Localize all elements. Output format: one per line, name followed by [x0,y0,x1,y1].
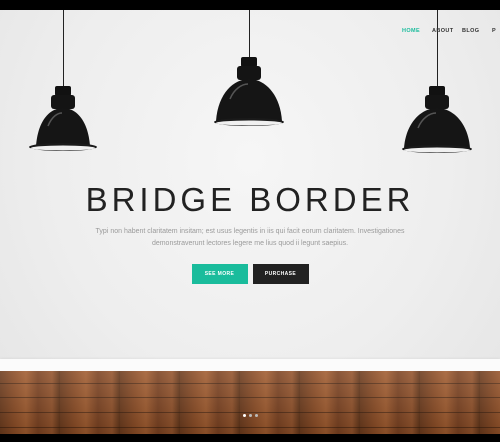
purchase-button[interactable]: PURCHASE [252,264,309,284]
nav-item-about[interactable]: ABOUT [432,28,462,34]
hero-content: BRIDGE BORDER Typi non habent claritatem… [0,180,500,284]
hero-title: BRIDGE BORDER [85,181,415,218]
lamp-cord-right [437,10,438,88]
pendant-lamp-right [402,86,472,153]
slider-dot-2[interactable] [249,414,252,417]
hero-buttons: SEE MORE PURCHASE [0,264,500,284]
browser-frame: HOME ABOUT BLOG P BRIDGE BORDER Typi non… [0,0,500,442]
wooden-floor [0,371,500,434]
pendant-lamp-center [214,57,284,126]
hero-subtitle: Typi non habent claritatem insitam; est … [95,228,405,247]
slider-dot-3[interactable] [255,414,258,417]
hero-slide: HOME ABOUT BLOG P BRIDGE BORDER Typi non… [0,10,500,434]
lamp-cord-left [63,10,64,88]
slider-pagination [243,414,258,417]
slider-dot-1[interactable] [243,414,246,417]
nav-item-home[interactable]: HOME [402,28,432,34]
main-nav: HOME ABOUT BLOG P [402,28,500,34]
nav-item-truncated[interactable]: P [492,28,500,34]
lamp-cord-center [249,10,250,60]
nav-item-blog[interactable]: BLOG [462,28,492,34]
see-more-button[interactable]: SEE MORE [191,264,248,284]
pendant-lamp-left [29,86,97,151]
